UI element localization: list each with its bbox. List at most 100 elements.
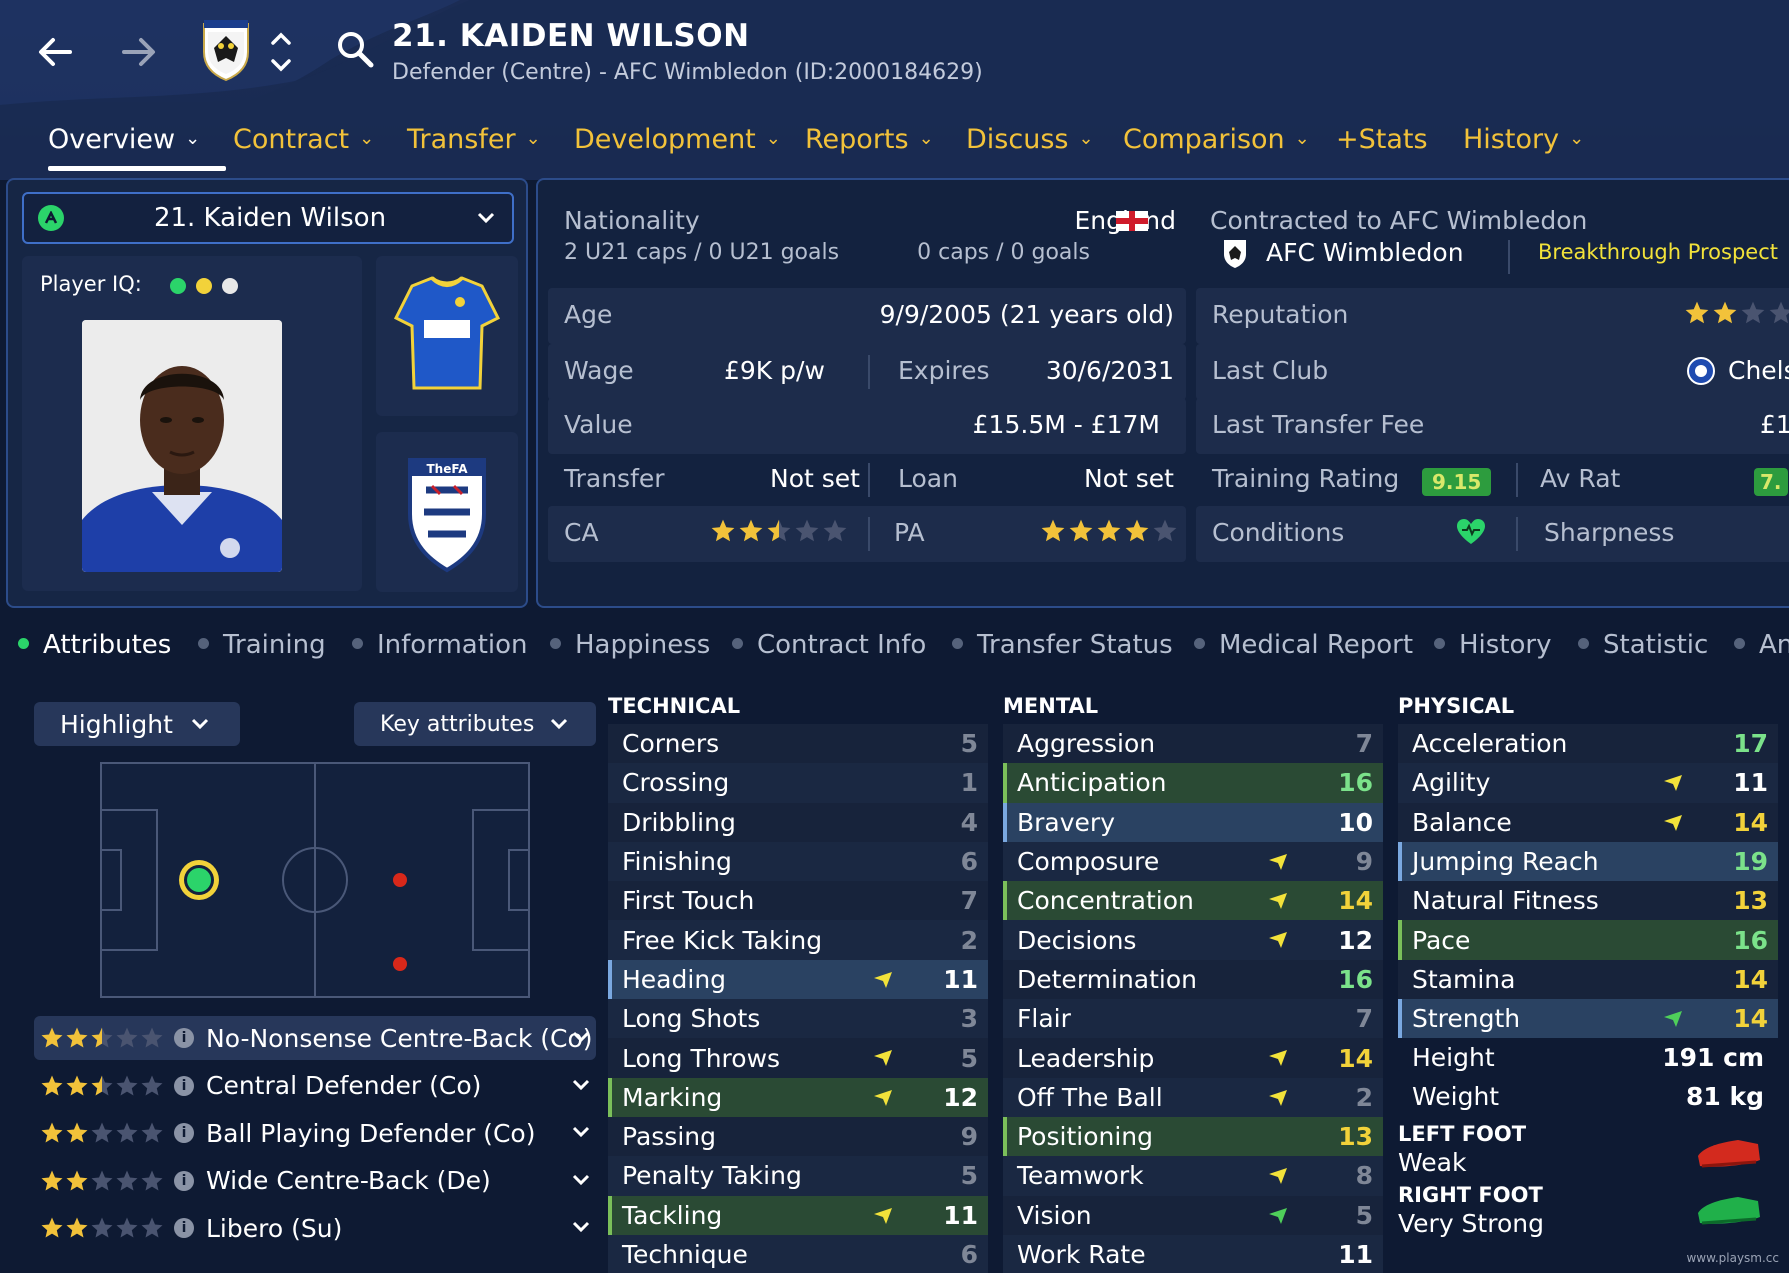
attribute-row[interactable]: Composure 9 bbox=[1003, 841, 1383, 882]
subtab-information[interactable]: Information bbox=[352, 630, 528, 660]
attribute-row[interactable]: Technique 6 bbox=[608, 1234, 988, 1273]
role-item[interactable]: i Libero (Su) bbox=[34, 1206, 596, 1250]
technical-heading: TECHNICAL bbox=[608, 694, 741, 718]
info-icon[interactable]: i bbox=[174, 1028, 194, 1048]
chevron-down-icon[interactable] bbox=[572, 1214, 590, 1238]
subtab-happiness[interactable]: Happiness bbox=[550, 630, 710, 660]
attribute-row[interactable]: Determination 16 bbox=[1003, 959, 1383, 1000]
attribute-name: Crossing bbox=[622, 768, 730, 798]
attribute-name: Marking bbox=[622, 1082, 723, 1112]
attribute-row[interactable]: Tackling 11 bbox=[608, 1195, 988, 1235]
attribute-row[interactable]: Balance 14 bbox=[1398, 802, 1778, 842]
attribute-row[interactable]: Passing 9 bbox=[608, 1116, 988, 1157]
tab-stats[interactable]: +Stats bbox=[1336, 124, 1428, 155]
attribute-row[interactable]: Long Throws 5 bbox=[608, 1038, 988, 1078]
attribute-row[interactable]: Corners 5 bbox=[608, 724, 988, 764]
attribute-row[interactable]: Dribbling 4 bbox=[608, 802, 988, 842]
last-club-value[interactable]: Chels bbox=[1728, 356, 1789, 385]
attribute-row[interactable]: Free Kick Taking 2 bbox=[608, 920, 988, 960]
attribute-row[interactable]: Teamwork 8 bbox=[1003, 1156, 1383, 1196]
attribute-name: Work Rate bbox=[1017, 1240, 1146, 1269]
attribute-row[interactable]: Anticipation 16 bbox=[1003, 763, 1383, 803]
attribute-row[interactable]: Acceleration 17 bbox=[1398, 724, 1778, 764]
role-name: Libero (Su) bbox=[206, 1213, 343, 1243]
attribute-row[interactable]: Aggression 7 bbox=[1003, 724, 1383, 764]
key-attributes-dropdown[interactable]: Key attributes bbox=[354, 702, 596, 746]
subtab-medical-report[interactable]: Medical Report bbox=[1194, 630, 1413, 660]
attribute-row[interactable]: First Touch 7 bbox=[608, 881, 988, 921]
attribute-row[interactable]: Marking 12 bbox=[608, 1077, 988, 1117]
switch-player-updown-icon[interactable] bbox=[268, 28, 294, 76]
attribute-row[interactable]: Off The Ball 2 bbox=[1003, 1077, 1383, 1117]
subtab-an[interactable]: An bbox=[1734, 630, 1789, 660]
highlight-dropdown[interactable]: Highlight bbox=[34, 702, 240, 746]
attribute-row[interactable]: Finishing 6 bbox=[608, 841, 988, 882]
role-stars bbox=[40, 1074, 164, 1098]
info-icon[interactable]: i bbox=[174, 1218, 194, 1238]
tab-development[interactable]: Development ⌄ bbox=[574, 124, 781, 155]
attribute-row[interactable]: Stamina 14 bbox=[1398, 959, 1778, 1000]
player-select-dropdown[interactable]: 21. Kaiden Wilson bbox=[22, 192, 514, 244]
forward-button[interactable] bbox=[114, 30, 164, 74]
tab-transfer[interactable]: Transfer ⌄ bbox=[407, 124, 541, 155]
search-icon[interactable] bbox=[334, 28, 376, 70]
club-name[interactable]: AFC Wimbledon bbox=[1266, 238, 1464, 267]
attribute-row[interactable]: Natural Fitness 13 bbox=[1398, 881, 1778, 921]
av-rat-badge: 7. bbox=[1754, 468, 1788, 496]
chevron-down-icon bbox=[476, 206, 496, 230]
attribute-row[interactable]: Decisions 12 bbox=[1003, 920, 1383, 960]
club-kit-box bbox=[376, 256, 518, 416]
tab-history[interactable]: History ⌄ bbox=[1463, 124, 1584, 155]
page-title: 21. KAIDEN WILSON bbox=[392, 18, 750, 54]
right-foot-block: RIGHT FOOT Very Strong bbox=[1398, 1183, 1778, 1238]
attribute-row[interactable]: Strength 14 bbox=[1398, 999, 1778, 1039]
chevron-down-icon[interactable] bbox=[572, 1167, 590, 1191]
role-item[interactable]: i Wide Centre-Back (De) bbox=[34, 1159, 596, 1203]
attribute-row[interactable]: Crossing 1 bbox=[608, 763, 988, 803]
attribute-row[interactable]: Penalty Taking 5 bbox=[608, 1156, 988, 1196]
star-icon bbox=[90, 1216, 114, 1240]
role-item[interactable]: i No-Nonsense Centre-Back (Co) bbox=[34, 1016, 596, 1060]
info-icon[interactable]: i bbox=[174, 1123, 194, 1143]
subtab-contract-info[interactable]: Contract Info bbox=[732, 630, 926, 660]
attribute-value: 12 bbox=[943, 1082, 978, 1112]
chevron-down-icon[interactable] bbox=[572, 1072, 590, 1096]
attribute-row[interactable]: Flair 7 bbox=[1003, 999, 1383, 1039]
active-dot-icon bbox=[18, 638, 29, 649]
weight-label: Weight bbox=[1412, 1082, 1500, 1112]
subtab-statistic[interactable]: Statistic bbox=[1578, 630, 1708, 660]
attribute-row[interactable]: Long Shots 3 bbox=[608, 999, 988, 1039]
attribute-row[interactable]: Positioning 13 bbox=[1003, 1116, 1383, 1157]
info-icon[interactable]: i bbox=[174, 1170, 194, 1191]
attribute-value: 11 bbox=[1733, 768, 1768, 798]
attribute-row[interactable]: Pace 16 bbox=[1398, 920, 1778, 960]
tab-comparison[interactable]: Comparison ⌄ bbox=[1123, 124, 1310, 155]
attribute-row[interactable]: Heading 11 bbox=[608, 959, 988, 1000]
tab-overview[interactable]: Overview ⌄ bbox=[48, 124, 200, 155]
role-item[interactable]: i Ball Playing Defender (Co) bbox=[34, 1111, 596, 1155]
attribute-row[interactable]: Bravery 10 bbox=[1003, 802, 1383, 842]
attribute-value: 2 bbox=[960, 925, 978, 955]
tab-discuss[interactable]: Discuss ⌄ bbox=[966, 124, 1094, 155]
subtab-transfer-status[interactable]: Transfer Status bbox=[952, 630, 1173, 660]
club-crest-small-icon bbox=[1224, 240, 1246, 268]
chevron-down-icon[interactable] bbox=[572, 1024, 590, 1048]
attribute-row[interactable]: Work Rate 11 bbox=[1003, 1234, 1383, 1273]
tab-contract[interactable]: Contract ⌄ bbox=[233, 124, 374, 155]
role-item[interactable]: i Central Defender (Co) bbox=[34, 1064, 596, 1108]
attribute-row[interactable]: Agility 11 bbox=[1398, 763, 1778, 803]
info-icon[interactable]: i bbox=[174, 1075, 194, 1096]
subtab-attributes[interactable]: Attributes bbox=[18, 630, 171, 660]
tab-reports[interactable]: Reports ⌄ bbox=[805, 124, 934, 155]
subtab-history[interactable]: History bbox=[1434, 630, 1552, 660]
club-crest-icon[interactable] bbox=[200, 18, 252, 82]
attribute-row[interactable]: Vision 5 bbox=[1003, 1195, 1383, 1235]
back-button[interactable] bbox=[30, 30, 80, 74]
divider bbox=[1516, 517, 1518, 551]
attribute-name: Jumping Reach bbox=[1412, 847, 1599, 877]
attribute-row[interactable]: Concentration 14 bbox=[1003, 881, 1383, 921]
attribute-row[interactable]: Leadership 14 bbox=[1003, 1038, 1383, 1078]
attribute-row[interactable]: Jumping Reach 19 bbox=[1398, 841, 1778, 882]
subtab-training[interactable]: Training bbox=[198, 630, 326, 660]
chevron-down-icon[interactable] bbox=[572, 1119, 590, 1143]
